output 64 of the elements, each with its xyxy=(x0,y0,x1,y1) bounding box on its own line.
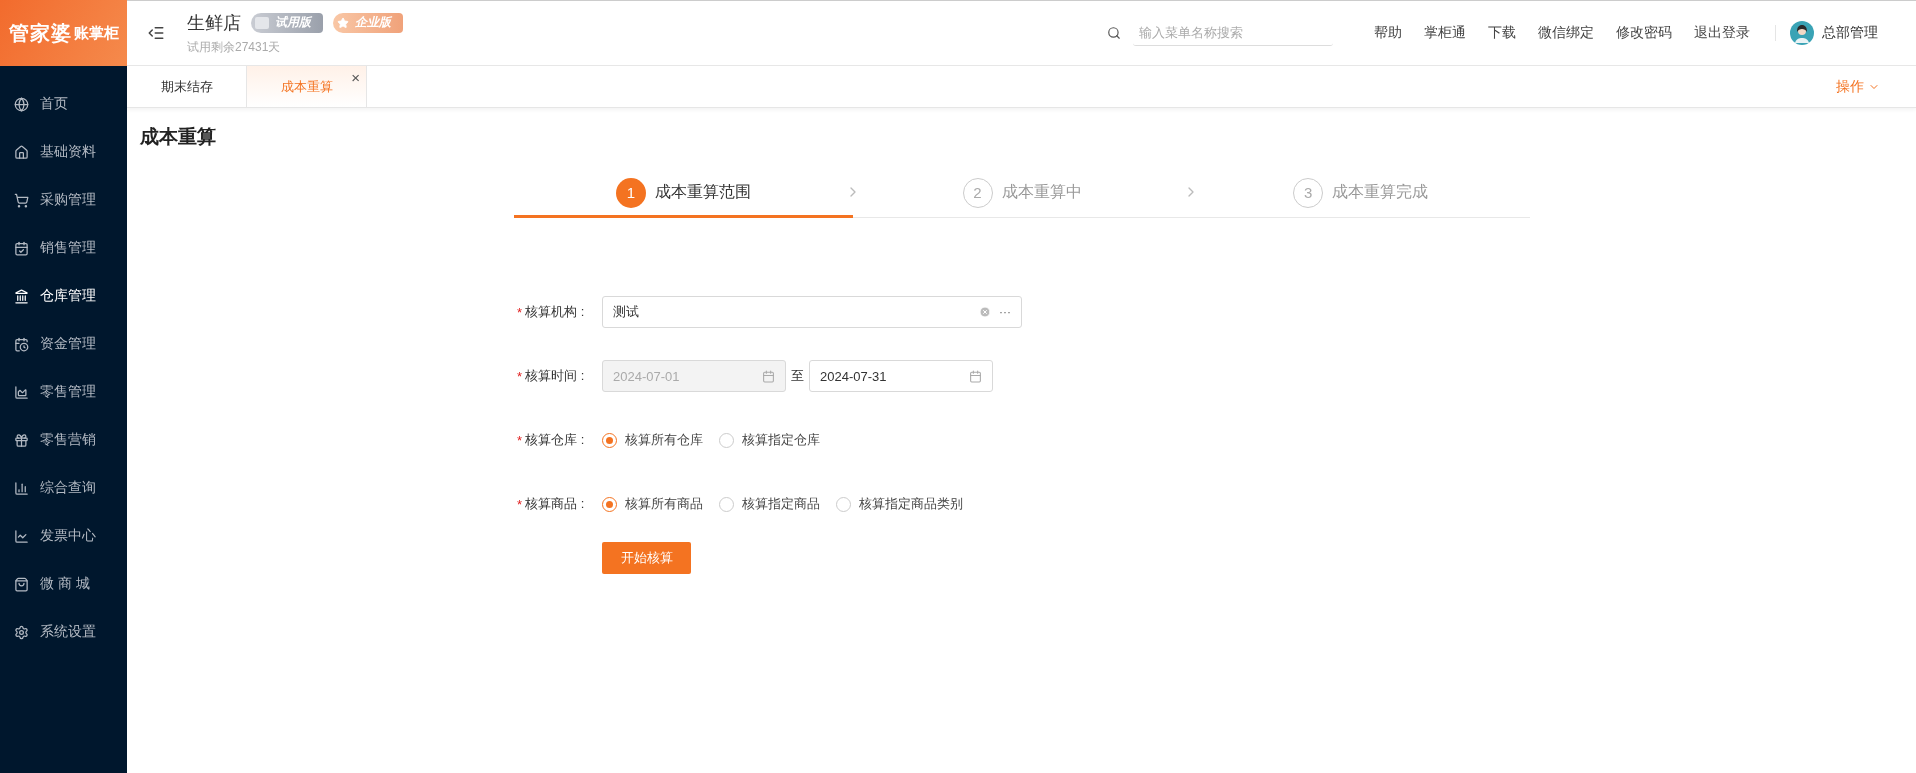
sidebar-item[interactable]: 系统设置 xyxy=(0,608,127,656)
radio-option[interactable]: 核算所有商品 xyxy=(602,495,703,513)
avatar-icon xyxy=(1790,21,1814,45)
close-button[interactable]: × xyxy=(351,70,360,85)
organization-select[interactable]: 测试 ··· xyxy=(602,296,1022,328)
area-chart-icon xyxy=(14,384,29,400)
edition-badge: 试用版 xyxy=(251,12,323,33)
header-link[interactable]: 掌柜通 xyxy=(1424,24,1466,42)
field-label: 核算时间 : xyxy=(525,367,585,385)
store-name: 生鲜店 xyxy=(187,11,241,35)
gift-icon xyxy=(14,432,29,448)
sidebar-item[interactable]: 首页 xyxy=(0,80,127,128)
sidebar-item[interactable]: 零售营销 xyxy=(0,416,127,464)
sidebar-item[interactable]: 仓库管理 xyxy=(0,272,127,320)
calendar-icon xyxy=(762,369,775,383)
required-mark: * xyxy=(517,496,523,512)
page-tab[interactable]: 期末结存 xyxy=(127,66,247,107)
required-mark: * xyxy=(517,304,523,320)
step-tab[interactable]: 1 成本重算范围 xyxy=(514,170,853,218)
date-field[interactable]: 2024-07-31 xyxy=(809,360,993,392)
calendar-icon xyxy=(969,369,982,383)
header-link[interactable]: 微信绑定 xyxy=(1538,24,1594,42)
required-mark: * xyxy=(517,368,523,384)
search-icon[interactable] xyxy=(1107,26,1121,40)
sidebar-item[interactable]: 零售管理 xyxy=(0,368,127,416)
radio-option[interactable]: 核算指定仓库 xyxy=(719,431,820,449)
header-link[interactable]: 退出登录 xyxy=(1694,24,1750,42)
sidebar-item[interactable]: 微 商 城 xyxy=(0,560,127,608)
sidebar-item[interactable]: 销售管理 xyxy=(0,224,127,272)
cart-icon xyxy=(14,192,29,208)
header-link[interactable]: 帮助 xyxy=(1374,24,1402,42)
menu-icon[interactable] xyxy=(147,24,165,42)
edition-badge: 企业版 xyxy=(333,12,403,33)
header-link[interactable]: 修改密码 xyxy=(1616,24,1672,42)
more-button[interactable]: ··· xyxy=(999,305,1011,319)
field-label: 核算机构 : xyxy=(525,303,585,321)
calendar-icon xyxy=(14,240,29,256)
home-icon xyxy=(14,144,29,160)
radio-option[interactable]: 核算所有仓库 xyxy=(602,431,703,449)
bank-icon xyxy=(14,288,29,304)
settings-icon xyxy=(14,624,29,640)
sidebar-item[interactable]: 发票中心 xyxy=(0,512,127,560)
calendar-icon xyxy=(14,336,29,352)
globe-icon xyxy=(14,96,29,112)
line-chart-icon xyxy=(14,528,29,544)
sidebar-item[interactable]: 资金管理 xyxy=(0,320,127,368)
field-label: 核算商品 : xyxy=(525,495,585,513)
required-mark: * xyxy=(517,432,523,448)
radio-option[interactable]: 核算指定商品类别 xyxy=(836,495,963,513)
page-tab[interactable]: 成本重算 × xyxy=(247,66,367,107)
trial-note: 试用剩余27431天 xyxy=(187,38,282,56)
sidebar-item[interactable]: 综合查询 xyxy=(0,464,127,512)
bar-chart-icon xyxy=(14,480,29,496)
field-label: 核算仓库 : xyxy=(525,431,585,449)
sidebar-item[interactable]: 基础资料 xyxy=(0,128,127,176)
user-name[interactable]: 总部管理 xyxy=(1822,24,1878,42)
header-link[interactable]: 下载 xyxy=(1488,24,1516,42)
bag-icon xyxy=(14,576,29,592)
radio-option[interactable]: 核算指定商品 xyxy=(719,495,820,513)
clear-icon[interactable] xyxy=(979,306,991,318)
sidebar-item[interactable]: 采购管理 xyxy=(0,176,127,224)
page-title: 成本重算 xyxy=(140,125,217,149)
range-separator: 至 xyxy=(791,367,804,385)
logo: 管家婆账掌柜 xyxy=(0,0,127,66)
